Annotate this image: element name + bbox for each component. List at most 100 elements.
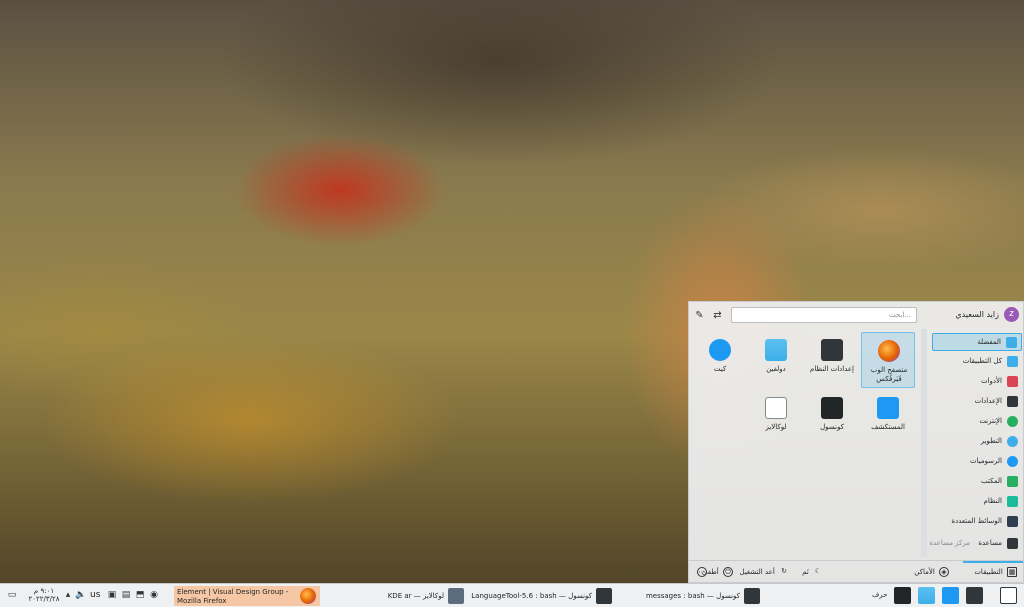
configure-icon[interactable]: ⇄	[711, 309, 724, 322]
tab-places-label: الأماكن	[914, 568, 935, 576]
digital-clock[interactable]: ٩:٠١ م ٢٠٢٢/٣/٢٨	[28, 587, 60, 603]
moon-icon: ☾	[814, 567, 822, 575]
category-graphics[interactable]: الرسوميات	[932, 453, 1022, 471]
menu-header: z زايد السعيدي ابحث... ⇄ ✎	[689, 302, 1023, 329]
all-apps-icon	[1007, 356, 1018, 367]
category-label: النظام	[983, 497, 1002, 505]
multimedia-icon	[1007, 516, 1018, 527]
help-icon	[1007, 538, 1018, 549]
development-icon	[1007, 436, 1018, 447]
task-firefox[interactable]: Element | Visual Design Group - Mozilla …	[174, 586, 320, 606]
category-development[interactable]: التطوير	[932, 433, 1022, 451]
power-icon: ⏻	[723, 567, 733, 577]
restart-label: أعد التشغيل	[739, 568, 775, 576]
category-label: الإنترنت	[979, 417, 1002, 425]
app-tile-konsole[interactable]: كونسول	[805, 390, 859, 446]
launcher-folder-icon[interactable]	[918, 587, 935, 604]
app-launcher-kde-icon[interactable]	[1000, 587, 1017, 604]
input-language[interactable]: حرف	[872, 591, 887, 599]
terminal-icon	[744, 588, 760, 604]
task-label: Element | Visual Design Group - Mozilla …	[177, 588, 289, 605]
app-tile-lokalize[interactable]: لوكالايز	[749, 390, 803, 446]
terminal-icon	[821, 397, 843, 419]
category-internet[interactable]: الإنترنت	[932, 413, 1022, 431]
category-sidebar: المفضلة كل التطبيقات الأدوات الإعدادات ا…	[929, 329, 1023, 557]
task-label: messages : bash — كونسول	[645, 592, 740, 600]
utilities-icon	[1007, 376, 1018, 387]
discover-icon	[877, 397, 899, 419]
category-label: الأدوات	[981, 377, 1002, 385]
app-tile-system-settings[interactable]: إعدادات النظام	[805, 332, 859, 388]
restart-button[interactable]: أعد التشغيل ↻	[740, 566, 789, 579]
office-icon	[1007, 476, 1018, 487]
tab-applications[interactable]: التطبيقات ▦	[974, 566, 1017, 579]
launcher-discover-icon[interactable]	[942, 587, 959, 604]
category-utilities[interactable]: الأدوات	[932, 373, 1022, 391]
task-lokalize[interactable]: KDE ar — لوكالايز	[322, 586, 468, 606]
notifications-icon[interactable]: ◉	[148, 589, 160, 601]
pin-icon[interactable]: ✎	[693, 309, 706, 322]
favorites-icon	[1006, 337, 1017, 348]
menu-scrollbar[interactable]	[921, 329, 927, 557]
category-label: الوسائط المتعددة	[951, 517, 1002, 525]
firefox-icon	[300, 588, 316, 604]
app-tile-kate[interactable]: كيت	[693, 332, 747, 388]
application-launcher-menu: z زايد السعيدي ابحث... ⇄ ✎ متصفح الوب فَ…	[688, 301, 1024, 583]
category-settings[interactable]: الإعدادات	[932, 393, 1022, 411]
app-label: متصفح الوب فَيَرفُكس	[870, 366, 908, 383]
lokalize-icon	[448, 588, 464, 604]
category-label: كل التطبيقات	[962, 357, 1002, 365]
graphics-icon	[1007, 456, 1018, 467]
app-tile-firefox[interactable]: متصفح الوب فَيَرفُكس	[861, 332, 915, 388]
user-avatar[interactable]: z	[1004, 307, 1019, 322]
network-icon[interactable]: ⬒	[134, 589, 146, 601]
app-label: دولفين	[766, 365, 786, 373]
tab-applications-label: التطبيقات	[974, 568, 1003, 576]
compass-icon: ◈	[939, 567, 949, 577]
launcher-settings-icon[interactable]	[966, 587, 983, 604]
display-icon[interactable]: ▣	[106, 589, 118, 601]
task-konsole-languagetool[interactable]: LanguageTool-5.6 : bash — كونسول	[470, 586, 616, 606]
lokalize-icon	[765, 397, 787, 419]
internet-icon	[1007, 416, 1018, 427]
app-label: لوكالايز	[765, 423, 787, 431]
menu-footer: التطبيقات ▦ الأماكن ◈ نَم ☾ أعد التشغيل …	[689, 560, 1023, 582]
taskbar: ▭ ٩:٠١ م ٢٠٢٢/٣/٢٨ ▴ 🔈 us ▣ ▤ ⬒ ◉ Elemen…	[0, 583, 1024, 607]
sleep-button[interactable]: نَم ☾	[802, 566, 823, 579]
clipboard-icon[interactable]: ▤	[120, 589, 132, 601]
category-office[interactable]: المكتب	[932, 473, 1022, 491]
settings-icon	[821, 339, 843, 361]
more-options-button[interactable]: ⋯	[695, 566, 707, 579]
app-label: المستكشف	[871, 423, 905, 431]
show-desktop-icon[interactable]: ▭	[6, 589, 18, 601]
category-label: المكتب	[981, 477, 1002, 485]
settings-category-icon	[1007, 396, 1018, 407]
volume-icon[interactable]: 🔈	[75, 589, 87, 601]
category-system[interactable]: النظام	[932, 493, 1022, 511]
category-secondary-label: مركز مساعدة	[929, 539, 970, 547]
search-input[interactable]: ابحث...	[731, 307, 917, 323]
category-favorites[interactable]: المفضلة	[932, 333, 1022, 351]
category-multimedia[interactable]: الوسائط المتعددة	[932, 513, 1022, 531]
app-label: كونسول	[820, 423, 844, 431]
task-label: LanguageTool-5.6 : bash — كونسول	[471, 592, 592, 600]
kate-icon	[709, 339, 731, 361]
app-tile-discover[interactable]: المستكشف	[861, 390, 915, 446]
restart-icon: ↻	[781, 567, 787, 575]
app-tile-dolphin[interactable]: دولفين	[749, 332, 803, 388]
more-icon: ⋯	[697, 567, 707, 577]
favorites-grid: متصفح الوب فَيَرفُكس إعدادات النظام دولف…	[689, 329, 921, 557]
task-konsole-messages[interactable]: messages : bash — كونسول	[618, 586, 764, 606]
category-label: المفضلة	[977, 338, 1001, 346]
firefox-icon	[878, 340, 900, 362]
category-all-apps[interactable]: كل التطبيقات	[932, 353, 1022, 371]
category-help[interactable]: مساعدة مركز مساعدة	[929, 535, 1022, 553]
keyboard-layout[interactable]: us	[90, 590, 100, 600]
category-label: الرسوميات	[969, 457, 1002, 465]
app-label: إعدادات النظام	[809, 365, 855, 373]
launcher-lokalize-icon[interactable]	[894, 587, 911, 604]
tray-expand-icon[interactable]: ▴	[62, 589, 74, 601]
tab-places[interactable]: الأماكن ◈	[914, 566, 949, 579]
user-name: زايد السعيدي	[955, 310, 999, 319]
category-label: التطوير	[980, 437, 1002, 445]
